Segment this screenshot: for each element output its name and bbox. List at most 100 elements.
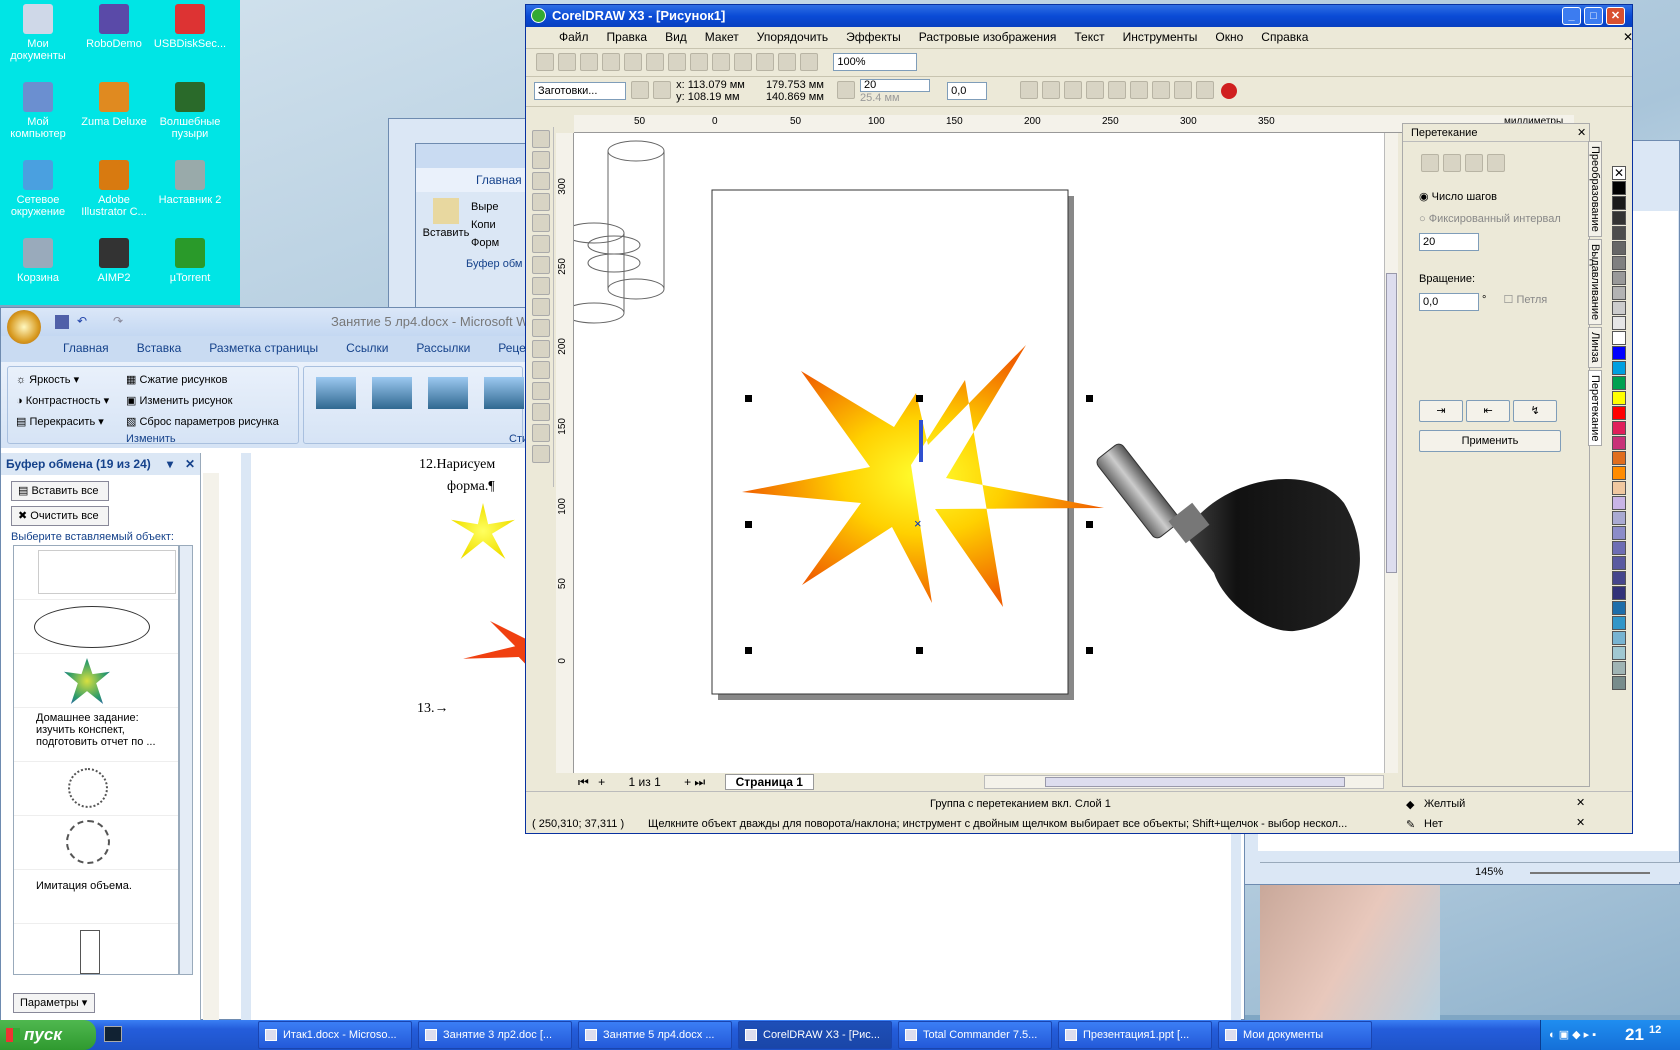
taskbar-item[interactable]: CorelDRAW X3 - [Рис... bbox=[738, 1021, 892, 1049]
rectangle-tool-icon[interactable] bbox=[532, 256, 550, 274]
recolor-button[interactable]: ▤ Перекрасить ▾ bbox=[16, 415, 104, 428]
color-swatch[interactable] bbox=[1612, 226, 1626, 240]
maximize-button[interactable]: □ bbox=[1584, 7, 1603, 25]
quicklaunch-icon[interactable] bbox=[104, 1026, 122, 1042]
freehand-tool-icon[interactable] bbox=[532, 214, 550, 232]
tab-home[interactable]: Главная bbox=[49, 336, 123, 360]
style-thumb-4[interactable] bbox=[484, 377, 524, 409]
color-swatch[interactable] bbox=[1612, 181, 1626, 195]
next-page-icon[interactable]: + ⏭ bbox=[684, 775, 705, 789]
blend-option-9-icon[interactable] bbox=[1196, 81, 1215, 99]
print-icon[interactable] bbox=[602, 53, 620, 71]
blend-tab-accel-icon[interactable] bbox=[1443, 154, 1461, 172]
export-icon[interactable] bbox=[756, 53, 774, 71]
list-item[interactable] bbox=[14, 600, 178, 654]
paste-icon[interactable] bbox=[668, 53, 686, 71]
taskbar-item[interactable]: Занятие 3 лр2.doc [... bbox=[418, 1021, 572, 1049]
blend-option-4-icon[interactable] bbox=[1086, 81, 1105, 99]
color-swatch[interactable] bbox=[1612, 421, 1626, 435]
remove-preset-icon[interactable] bbox=[653, 81, 672, 99]
horizontal-scrollbar[interactable] bbox=[984, 775, 1384, 789]
redo-icon[interactable] bbox=[712, 53, 730, 71]
x-position[interactable]: x: 113.079 мм bbox=[676, 79, 745, 91]
tab-mailings[interactable]: Рассылки bbox=[402, 336, 484, 360]
color-swatch[interactable] bbox=[1612, 496, 1626, 510]
desktop-icon[interactable]: RoboDemo bbox=[76, 4, 152, 50]
presets-select[interactable]: Заготовки... bbox=[534, 82, 626, 100]
doc-close-icon[interactable]: ✕ bbox=[1614, 27, 1642, 47]
color-swatch[interactable] bbox=[1612, 376, 1626, 390]
desktop-icon[interactable]: Наставник 2 bbox=[152, 160, 228, 206]
style-thumb-1[interactable] bbox=[316, 377, 356, 409]
taskbar-item[interactable]: Итак1.docx - Microso... bbox=[258, 1021, 412, 1049]
color-swatch[interactable] bbox=[1612, 196, 1626, 210]
interactive-fill-icon[interactable] bbox=[532, 445, 550, 463]
shape-tool-icon[interactable] bbox=[532, 151, 550, 169]
menu-layout[interactable]: Макет bbox=[696, 27, 748, 47]
vertical-scrollbar[interactable] bbox=[1384, 133, 1398, 773]
color-swatch[interactable] bbox=[1612, 481, 1626, 495]
end-object-button[interactable]: ⇤ bbox=[1466, 400, 1511, 422]
close-button[interactable]: ✕ bbox=[1606, 7, 1625, 25]
office-button[interactable] bbox=[7, 310, 41, 344]
clipboard-menu-icon[interactable]: ▾ bbox=[167, 453, 173, 475]
rotation-input[interactable]: 0,0 bbox=[1419, 293, 1479, 311]
menu-tools[interactable]: Инструменты bbox=[1114, 27, 1207, 47]
text-tool-icon[interactable] bbox=[532, 340, 550, 358]
blend-option-6-icon[interactable] bbox=[1130, 81, 1149, 99]
menu-edit[interactable]: Правка bbox=[598, 27, 657, 47]
basic-shapes-icon[interactable] bbox=[532, 319, 550, 337]
fill-tool-icon[interactable] bbox=[532, 424, 550, 442]
list-item[interactable] bbox=[14, 816, 178, 870]
start-button[interactable]: пуск bbox=[0, 1020, 96, 1050]
color-swatch[interactable] bbox=[1612, 646, 1626, 660]
color-swatch[interactable] bbox=[1612, 241, 1626, 255]
desktop-icon[interactable]: Zuma Deluxe bbox=[76, 82, 152, 128]
color-swatch[interactable] bbox=[1612, 526, 1626, 540]
menu-help[interactable]: Справка bbox=[1252, 27, 1317, 47]
blend-option-3-icon[interactable] bbox=[1064, 81, 1083, 99]
list-item[interactable] bbox=[14, 924, 178, 974]
import-icon[interactable] bbox=[734, 53, 752, 71]
no-color-swatch[interactable]: ✕ bbox=[1612, 166, 1626, 180]
outline-tool-icon[interactable] bbox=[532, 403, 550, 421]
tab-extrude[interactable]: Выдавливание bbox=[1588, 238, 1602, 325]
color-swatch[interactable] bbox=[1612, 631, 1626, 645]
tab-blend[interactable]: Перетекание bbox=[1588, 369, 1602, 447]
menu-text[interactable]: Текст bbox=[1065, 27, 1113, 47]
crop-tool-icon[interactable] bbox=[532, 172, 550, 190]
eyedropper-tool-icon[interactable] bbox=[532, 382, 550, 400]
color-swatch[interactable] bbox=[1612, 541, 1626, 555]
blend-option-5-icon[interactable] bbox=[1108, 81, 1127, 99]
color-swatch[interactable] bbox=[1612, 286, 1626, 300]
color-swatch[interactable] bbox=[1612, 571, 1626, 585]
color-swatch[interactable] bbox=[1612, 601, 1626, 615]
color-swatch[interactable] bbox=[1612, 586, 1626, 600]
color-swatch[interactable] bbox=[1612, 466, 1626, 480]
brightness-button[interactable]: ☼ Яркость ▾ bbox=[16, 373, 79, 386]
compress-button[interactable]: ▦ Сжатие рисунков bbox=[126, 373, 227, 386]
object-width[interactable]: 179.753 мм bbox=[766, 79, 824, 91]
style-thumb-3[interactable] bbox=[428, 377, 468, 409]
color-swatch[interactable] bbox=[1612, 616, 1626, 630]
blend-tab-steps-icon[interactable] bbox=[1421, 154, 1439, 172]
blend-option-2-icon[interactable] bbox=[1042, 81, 1061, 99]
color-swatch[interactable] bbox=[1612, 301, 1626, 315]
tab-page-layout[interactable]: Разметка страницы bbox=[195, 336, 332, 360]
desktop-icon[interactable]: µTorrent bbox=[152, 238, 228, 284]
undo-icon[interactable] bbox=[690, 53, 708, 71]
clear-all-button[interactable]: ✖ Очистить все bbox=[11, 506, 109, 526]
menu-window[interactable]: Окно bbox=[1206, 27, 1252, 47]
zoom-select[interactable]: 100% bbox=[833, 53, 918, 71]
back-paste-button[interactable]: Вставить bbox=[421, 198, 471, 242]
launcher-icon[interactable] bbox=[778, 53, 796, 71]
tab-references[interactable]: Ссылки bbox=[332, 336, 402, 360]
clear-blend-icon[interactable] bbox=[1221, 83, 1238, 99]
params-button[interactable]: Параметры ▾ bbox=[13, 993, 95, 1013]
color-swatch[interactable] bbox=[1612, 436, 1626, 450]
list-item-homework[interactable]: Домашнее задание: изучить конспект, подг… bbox=[14, 708, 178, 762]
color-swatch[interactable] bbox=[1612, 511, 1626, 525]
tab-insert[interactable]: Вставка bbox=[123, 336, 196, 360]
desktop-icon[interactable]: AIMP2 bbox=[76, 238, 152, 284]
list-item[interactable] bbox=[14, 762, 178, 816]
